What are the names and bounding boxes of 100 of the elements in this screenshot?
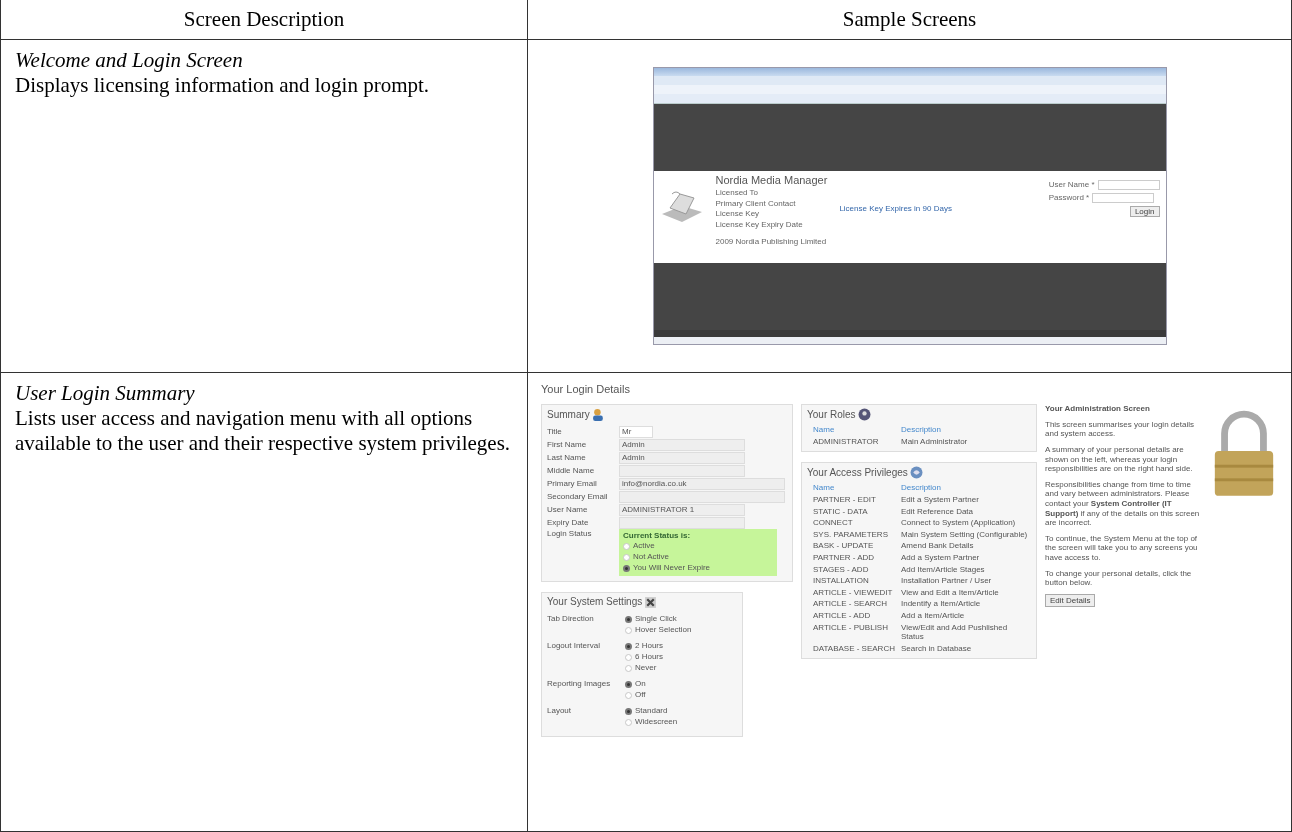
table-cell-text: STATIC - DATA — [813, 506, 869, 517]
input-field[interactable] — [619, 464, 745, 477]
setting-label: Layout — [547, 705, 573, 717]
radio-button[interactable] — [625, 653, 632, 661]
radio-button[interactable] — [625, 707, 632, 715]
help-paragraph: To continue, the System Menu at the top of the screen will take you to any screens you have access to. — [1045, 533, 1199, 563]
setting-label: Logout Interval — [547, 640, 601, 652]
radio-button[interactable] — [625, 680, 632, 688]
copyright-text: 2009 Nordia Publishing Limited — [715, 236, 828, 247]
field-label: User Name * — [1048, 180, 1095, 190]
info-label: Licensed To — [715, 188, 760, 198]
input-field[interactable]: info@nordia.co.uk — [619, 477, 785, 490]
table-cell-text: DATABASE - SEARCH — [813, 643, 896, 654]
help-title: Your Administration Screen — [1045, 404, 1151, 414]
table-cell-text: INSTALLATION — [813, 576, 870, 586]
field-label: Expiry Date — [547, 517, 590, 528]
table-cell-text: Edit a System Partner — [901, 494, 980, 505]
radio-button[interactable] — [625, 664, 632, 672]
dropdown[interactable]: Mr — [619, 425, 653, 438]
table-cell-text: Main System Setting (Configurable) — [901, 529, 1029, 540]
table-cell-text: ARTICLE - PUBLISH — [813, 622, 889, 634]
field-label: First Name — [547, 439, 588, 450]
radio-button[interactable] — [625, 642, 632, 650]
column-header: Name — [813, 425, 836, 435]
table-cell-text: Search in Database — [901, 643, 973, 654]
table-cell-text: Installation Partner / User — [901, 576, 993, 586]
help-paragraph: A summary of your personal details are shown on the left, whereas your login responsibilities are on the right hand side. — [1045, 444, 1194, 474]
table-cell-text: View/Edit and Add Pushlished Status — [901, 622, 1009, 642]
radio-label: 6 Hours — [635, 652, 663, 663]
table-cell-text: Add Item/Article Stages — [901, 564, 986, 575]
input-field[interactable]: Admin — [619, 438, 745, 451]
radio-button[interactable] — [623, 553, 630, 561]
info-label: License Key — [715, 209, 761, 219]
radio-label: On — [635, 679, 646, 690]
screen-description: Lists user access and navigation menu with all options available to the user and their respective system privileges. — [15, 406, 512, 457]
radio-label: 2 Hours — [635, 641, 663, 652]
input-field[interactable] — [1092, 193, 1155, 203]
field-label: Last Name — [547, 452, 587, 463]
radio-button[interactable] — [625, 691, 632, 699]
column-header: Description — [901, 425, 942, 435]
screen-title: User Login Summary — [15, 381, 196, 407]
table-cell-text: Add a System Partner — [901, 552, 981, 563]
info-label: Primary Client Contact — [715, 198, 797, 209]
edit-details-button[interactable]: Edit Details — [1045, 593, 1096, 607]
field-label: User Name — [547, 504, 589, 515]
screen-description: Displays licensing information and login prompt. — [15, 73, 431, 99]
column-header: Screen Description — [183, 7, 345, 32]
radio-label: Widescreen — [635, 717, 678, 728]
table-cell-text: SYS. PARAMETERS — [813, 529, 889, 540]
radio-label: Hover Selection — [635, 625, 692, 636]
screen-title: Welcome and Login Screen — [15, 48, 244, 74]
radio-label: Never — [635, 663, 657, 674]
table-cell-text: Main Administrator — [901, 436, 969, 447]
field-label: Password * — [1048, 193, 1090, 203]
radio-button[interactable] — [625, 626, 632, 634]
radio-button[interactable] — [623, 564, 630, 572]
radio-label: Standard — [635, 706, 668, 717]
login-button[interactable]: Login — [1129, 206, 1160, 217]
table-cell-text: Amend Bank Details — [901, 541, 975, 551]
input-field[interactable]: ADMINISTRATOR 1 — [619, 503, 745, 516]
field-label: Title — [547, 426, 563, 437]
input-field[interactable]: Admin — [619, 451, 745, 464]
radio-button[interactable] — [623, 542, 630, 550]
table-cell-text: Add a Item/Article — [901, 610, 966, 621]
setting-label: Tab Direction — [547, 613, 595, 625]
column-header: Sample Screens — [842, 7, 977, 32]
field-label: Login Status — [547, 529, 593, 539]
column-header: Name — [813, 483, 836, 493]
panel-title: Summary — [547, 408, 590, 421]
table-cell-text: ARTICLE - SEARCH — [813, 599, 889, 609]
panel-title: Your System Settings — [547, 596, 643, 609]
help-paragraph: Responsibilities change from time to time and vary between administrators. Please contact your System Controller (IT Support) if any of the details on this screen are incorrect. — [1045, 479, 1201, 528]
table-cell-text: ARTICLE - ADD — [813, 610, 872, 621]
info-label: License Key Expiry Date — [715, 219, 804, 230]
table-cell-text: Connect to System (Application) — [901, 518, 1017, 528]
radio-label: Active — [633, 541, 655, 552]
radio-button[interactable] — [625, 718, 632, 726]
table-cell-text: PARTNER - EDIT — [813, 494, 877, 505]
table-cell-text: CONNECT — [813, 518, 854, 528]
radio-label: Single Click — [635, 614, 677, 625]
input-field[interactable] — [1097, 180, 1160, 190]
radio-label: Not Active — [633, 552, 669, 563]
radio-label: You Will Never Expire — [633, 563, 711, 574]
column-header: Description — [901, 483, 942, 493]
input-field[interactable] — [619, 516, 745, 529]
field-label: Secondary Email — [547, 491, 609, 502]
input-field[interactable] — [619, 490, 785, 503]
help-paragraph: This screen summarises your login details and system access. — [1045, 419, 1195, 439]
radio-label: Off — [635, 690, 646, 701]
app-title: Nordia Media Manager — [715, 174, 828, 188]
panel-title: Your Roles — [807, 408, 856, 421]
table-cell-text: ARTICLE - VIEWEDIT — [813, 587, 894, 598]
table-cell-text: Edit Reference Data — [901, 506, 975, 517]
page-heading: Your Login Details — [541, 383, 631, 397]
expiry-notice[interactable]: License Key Expires in 90 Days — [839, 204, 952, 214]
radio-button[interactable] — [625, 615, 632, 623]
field-label: Middle Name — [547, 465, 596, 476]
table-cell-text: Indentify a Item/Article — [901, 599, 982, 609]
table-cell-text: PARTNER - ADD — [813, 552, 876, 563]
setting-label: Reporting Images — [547, 678, 612, 690]
